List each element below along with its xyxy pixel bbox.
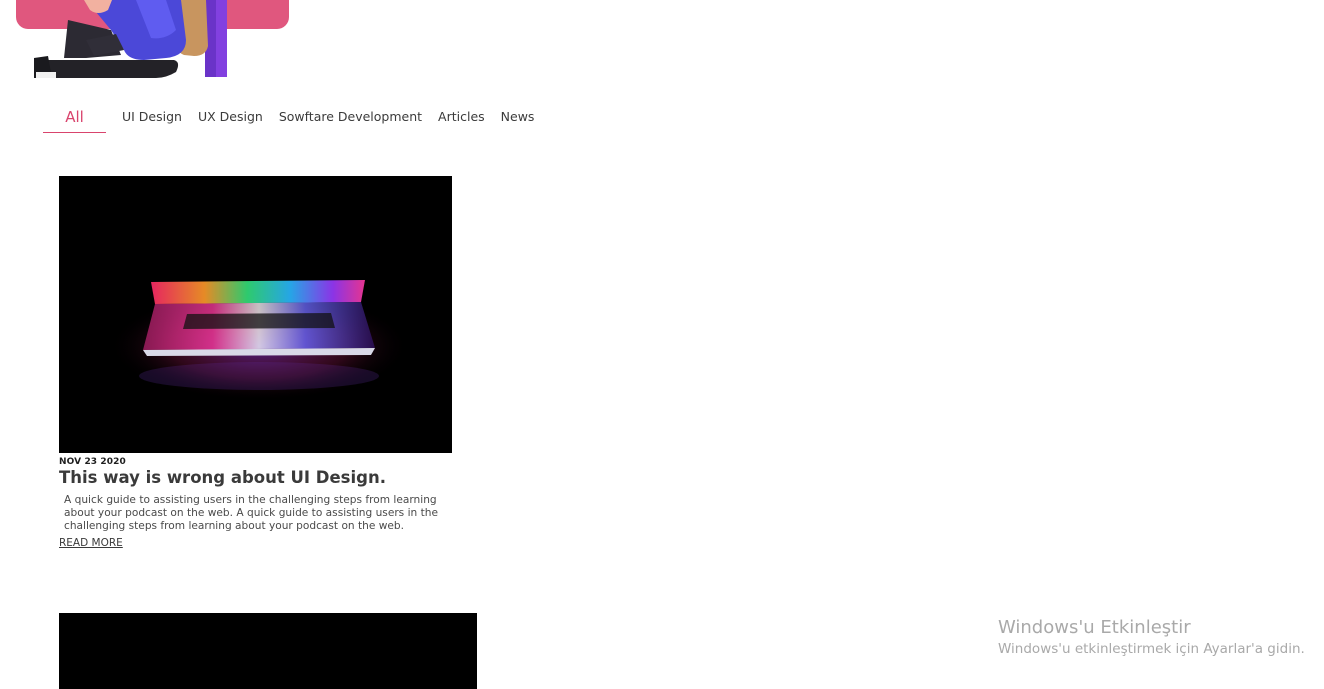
post-card: NOV 23 2020 This way is wrong about UI D… [59,176,452,551]
category-tabs: All UI Design UX Design Sowftare Develop… [43,100,550,134]
post-excerpt: A quick guide to assisting users in the … [64,494,438,532]
person-illustration [34,0,227,78]
tab-all[interactable]: All [43,100,106,133]
tab-news[interactable]: News [501,100,535,124]
hero-illustration [16,0,289,80]
watermark-title: Windows'u Etkinleştir [998,617,1191,638]
post-title[interactable]: This way is wrong about UI Design. [59,468,452,487]
watermark-subtitle: Windows'u etkinleştirmek için Ayarlar'a … [998,641,1305,657]
tab-ui-design[interactable]: UI Design [122,100,182,124]
tab-articles[interactable]: Articles [438,100,485,124]
windows-activation-watermark: Windows'u Etkinleştir Windows'u etkinleş… [998,617,1305,657]
tab-ux-design[interactable]: UX Design [198,100,263,124]
post-date: NOV 23 2020 [59,457,126,467]
tab-software-development[interactable]: Sowftare Development [279,100,422,124]
post-image-2[interactable] [59,613,477,689]
post-image[interactable] [59,176,452,453]
read-more-link[interactable]: READ MORE [59,537,123,549]
